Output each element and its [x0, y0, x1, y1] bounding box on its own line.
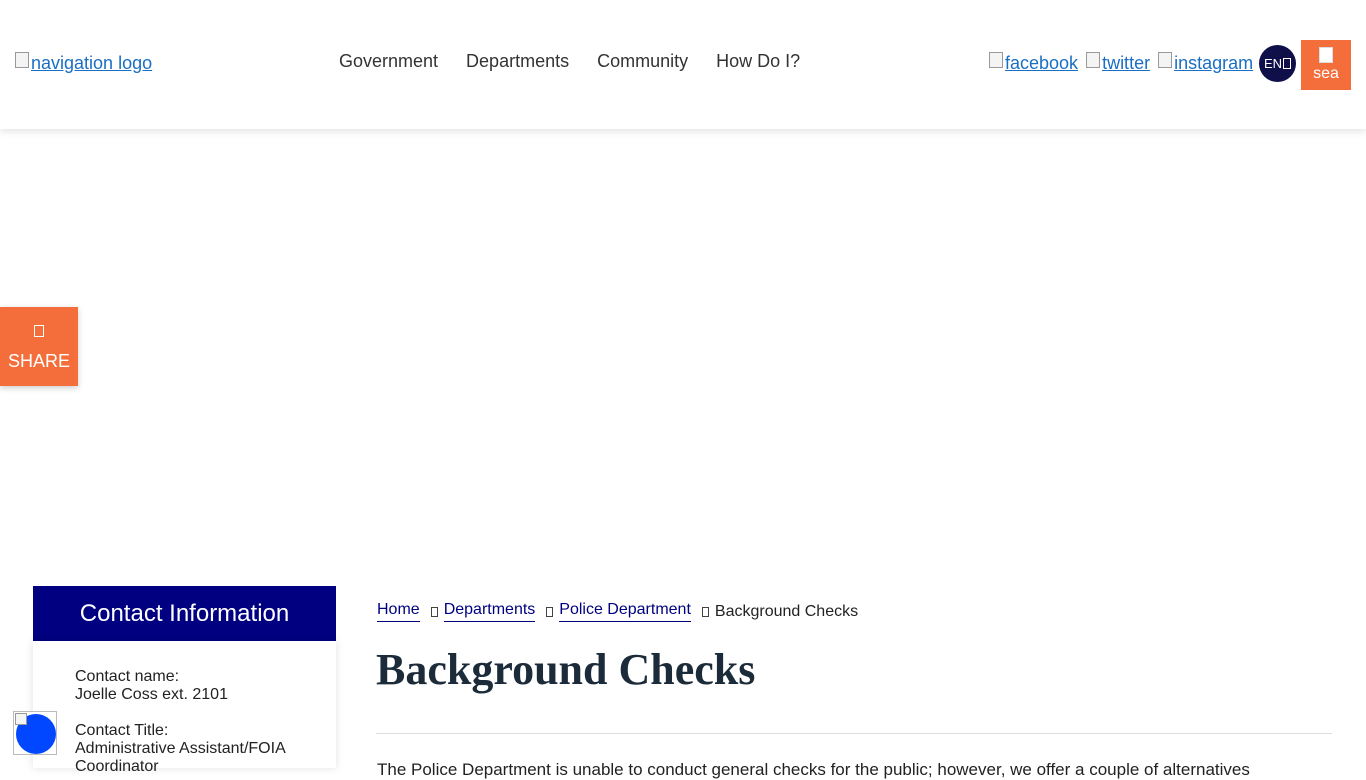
nav-how-do-i[interactable]: How Do I?: [716, 51, 800, 72]
nav-government[interactable]: Government: [339, 51, 438, 72]
facebook-link[interactable]: facebook: [989, 51, 1079, 74]
broken-image-icon: [15, 713, 27, 725]
globe-icon: [1283, 58, 1292, 69]
facebook-alt-text: facebook: [1005, 53, 1079, 73]
accessibility-widget[interactable]: [13, 711, 57, 755]
breadcrumb-police-department[interactable]: Police Department: [559, 601, 691, 622]
breadcrumb-current: Background Checks: [714, 602, 859, 620]
contact-heading: Contact Information: [33, 586, 336, 641]
breadcrumb-departments[interactable]: Departments: [443, 601, 536, 622]
search-icon: [1319, 47, 1333, 63]
nav-community[interactable]: Community: [597, 51, 688, 72]
logo-alt-text: navigation logo: [31, 53, 153, 73]
contact-name-value: Joelle Coss ext. 2101: [75, 686, 228, 703]
contact-name-label: Contact name:: [75, 668, 180, 685]
share-label: SHARE: [7, 351, 70, 371]
navigation-logo-link[interactable]: navigation logo: [15, 51, 153, 74]
contact-title-value: Administrative Assistant/FOIA Coordinato…: [75, 740, 285, 775]
chevron-right-icon: [701, 606, 709, 617]
share-button[interactable]: SHARE: [0, 307, 78, 386]
social-links: facebook twitter instagram: [989, 51, 1254, 74]
breadcrumb: Home Departments Police Department Backg…: [377, 601, 858, 622]
contact-title-label: Contact Title:: [75, 722, 169, 739]
twitter-alt-text: twitter: [1102, 53, 1151, 73]
share-icon: [34, 325, 44, 337]
twitter-link[interactable]: twitter: [1086, 51, 1151, 74]
page-title: Background Checks: [376, 645, 756, 694]
intro-paragraph: The Police Department is unable to condu…: [377, 760, 1250, 779]
chevron-right-icon: [430, 606, 438, 617]
nav-departments[interactable]: Departments: [466, 51, 569, 72]
site-header: navigation logo Government Departments C…: [0, 0, 1366, 129]
broken-image-icon: [15, 51, 29, 68]
instagram-link[interactable]: instagram: [1158, 51, 1254, 74]
main-nav: Government Departments Community How Do …: [339, 51, 800, 72]
contact-name-field: Contact name: Joelle Coss ext. 2101: [75, 668, 315, 704]
divider: [376, 733, 1332, 734]
chevron-right-icon: [546, 606, 554, 617]
broken-image-icon: [1158, 51, 1173, 68]
instagram-alt-text: instagram: [1174, 53, 1254, 73]
broken-image-icon: [1086, 51, 1101, 68]
breadcrumb-home[interactable]: Home: [377, 601, 420, 622]
search-button[interactable]: sea: [1301, 40, 1351, 90]
search-alt-text: sea: [1313, 65, 1339, 82]
broken-image-icon: [989, 51, 1003, 68]
contact-body: Contact name: Joelle Coss ext. 2101 Cont…: [33, 641, 336, 775]
language-selector[interactable]: EN: [1259, 45, 1296, 82]
language-label: EN: [1263, 56, 1283, 71]
